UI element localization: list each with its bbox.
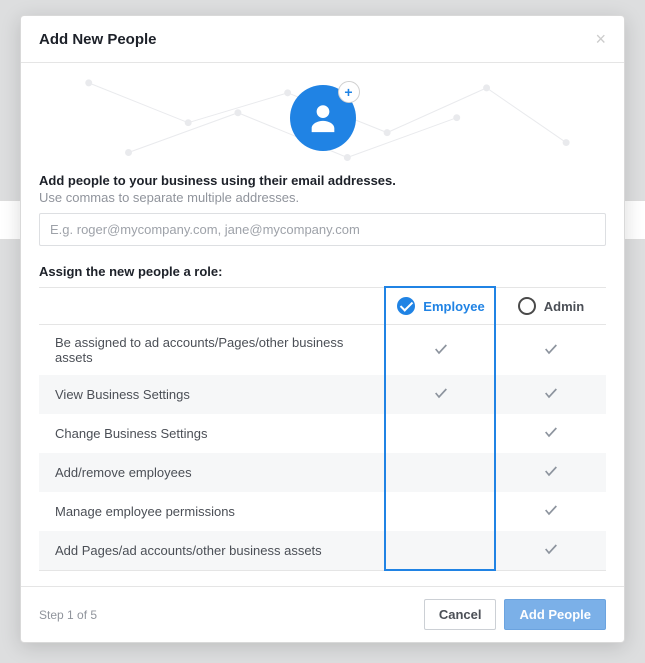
permission-employee-cell [386,531,496,571]
person-icon [306,101,340,135]
perm-header-empty [39,288,386,325]
permission-admin-cell [496,414,606,453]
step-indicator: Step 1 of 5 [39,608,416,622]
permission-employee-cell [386,414,496,453]
permission-admin-cell [496,375,606,414]
permission-admin-cell [496,325,606,376]
add-people-modal: Add New People × + [20,15,625,643]
permission-employee-cell [386,375,496,414]
hero-graphic: + [39,63,606,173]
role-employee-label: Employee [423,299,484,314]
permission-employee-cell [386,325,496,376]
close-icon[interactable]: × [595,30,606,48]
permission-table: Employee Admin Be assigned to ad account… [39,287,606,571]
radio-unselected-icon [518,297,536,315]
modal-title: Add New People [39,31,157,48]
person-badge-icon: + [290,85,356,151]
modal-footer: Step 1 of 5 Cancel Add People [21,586,624,642]
permission-admin-cell [496,531,606,571]
table-row: Change Business Settings [39,414,606,453]
permission-employee-cell [386,492,496,531]
cancel-button[interactable]: Cancel [424,599,497,630]
permission-label: Add/remove employees [39,453,386,492]
modal-header: Add New People × [21,16,624,63]
permission-admin-cell [496,492,606,531]
table-row: View Business Settings [39,375,606,414]
permission-table-wrapper: Employee Admin Be assigned to ad account… [39,287,606,571]
plus-icon: + [338,81,360,103]
add-people-button[interactable]: Add People [504,599,606,630]
intro-title: Add people to your business using their … [39,173,606,188]
permission-employee-cell [386,453,496,492]
permission-label: Manage employee permissions [39,492,386,531]
email-input[interactable] [39,213,606,246]
role-employee-header[interactable]: Employee [386,288,496,325]
assign-role-label: Assign the new people a role: [39,264,606,279]
radio-selected-icon [397,297,415,315]
permission-label: Be assigned to ad accounts/Pages/other b… [39,325,386,376]
intro-subtitle: Use commas to separate multiple addresse… [39,190,606,205]
role-admin-label: Admin [544,299,584,314]
table-row: Be assigned to ad accounts/Pages/other b… [39,325,606,376]
table-row: Add/remove employees [39,453,606,492]
permission-label: Add Pages/ad accounts/other business ass… [39,531,386,571]
permission-label: Change Business Settings [39,414,386,453]
table-row: Manage employee permissions [39,492,606,531]
table-row: Add Pages/ad accounts/other business ass… [39,531,606,571]
role-admin-header[interactable]: Admin [496,288,606,325]
modal-body: + Add people to your business using thei… [21,63,624,586]
permission-admin-cell [496,453,606,492]
permission-label: View Business Settings [39,375,386,414]
